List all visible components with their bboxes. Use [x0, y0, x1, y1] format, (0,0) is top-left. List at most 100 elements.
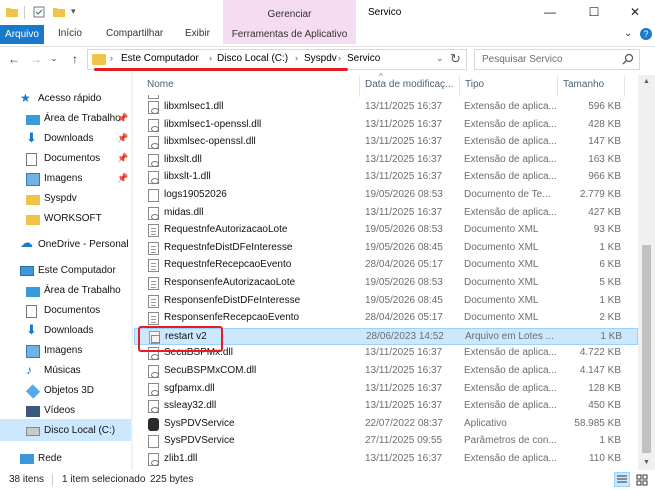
scroll-down-icon[interactable]: ▼ [638, 456, 655, 470]
file-row[interactable]: SecuBSPMxCOM.dll 13/11/2025 16:37 Extensão… [134, 363, 638, 381]
file-row[interactable]: SysPDVService 22/07/2022 08:37 Aplicativo 5… [134, 416, 638, 434]
breadcrumb-syspdv[interactable]: Syspdv [304, 53, 337, 64]
dll-file-icon [148, 365, 159, 378]
nav-downloads[interactable]: ⬇ Downloads 📌 [26, 130, 131, 150]
column-header-name[interactable]: Nome [147, 79, 174, 90]
breadcrumb-disco-local[interactable]: Disco Local (C:) [217, 53, 288, 64]
file-row[interactable]: libxslt-1.dll 13/11/2025 16:37 Extensão de… [134, 169, 638, 187]
tab-inicio[interactable]: Início [58, 28, 82, 39]
file-type: Extensão de aplica... [464, 153, 557, 165]
column-header-date[interactable]: Data de modificaç... [365, 79, 453, 90]
file-size: 1 KB [599, 435, 621, 447]
file-row[interactable]: ResponsenfeAutorizacaoLote 19/05/2026 08:… [134, 275, 638, 293]
scrollbar-thumb[interactable] [642, 245, 651, 453]
large-icons-view-icon[interactable] [634, 472, 650, 487]
recent-locations-icon[interactable]: ⌄ [46, 52, 62, 66]
nav-documentos[interactable]: Documentos 📌 [26, 150, 131, 170]
chevron-right-icon[interactable]: › [338, 53, 341, 63]
file-date: 13/11/2025 16:37 [365, 171, 443, 183]
chevron-right-icon[interactable]: › [209, 53, 212, 63]
nav-label: Downloads [44, 133, 94, 144]
search-box[interactable]: Pesquisar Servico [474, 49, 640, 70]
navigation-pane-scrollbar[interactable] [131, 72, 133, 470]
download-icon: ⬇ [26, 322, 37, 337]
file-type: Extensão de aplica... [464, 136, 557, 148]
new-folder-icon[interactable] [53, 6, 65, 18]
tab-ferramentas-de-aplicativo[interactable]: Ferramentas de Aplicativo [223, 25, 356, 44]
file-row[interactable]: midas.dll 13/11/2025 16:37 Extensão de apl… [134, 205, 638, 223]
column-divider[interactable] [459, 75, 460, 97]
scroll-up-icon[interactable]: ▲ [638, 75, 655, 89]
file-row[interactable]: sgfpamx.dll 13/11/2025 16:37 Extensão de a… [134, 381, 638, 399]
file-size: 2 KB [599, 312, 621, 324]
address-dropdown-icon[interactable]: ⌄ [436, 53, 444, 64]
file-date: 19/05/2026 08:53 [365, 224, 443, 236]
file-row[interactable]: ResponsenfeDistDFeInteresse 19/05/2026 08… [134, 293, 638, 311]
chevron-right-icon[interactable]: › [295, 53, 298, 63]
nav-area-de-trabalho[interactable]: Área de Trabalho 📌 [26, 110, 131, 130]
column-divider[interactable] [359, 75, 360, 97]
breadcrumb-servico[interactable]: Servico [347, 53, 380, 64]
up-arrow-icon[interactable]: ↑ [67, 52, 83, 66]
file-size: 450 KB [588, 400, 621, 412]
ribbon-collapse-button[interactable]: ⌄ [624, 28, 632, 39]
pin-icon[interactable]: 📌 [117, 153, 128, 164]
pin-icon[interactable]: 📌 [117, 113, 128, 124]
file-list-scrollbar[interactable]: ▲ ▼ [638, 75, 655, 470]
minimize-button[interactable]: — [530, 2, 570, 22]
file-date: 13/11/2025 16:37 [365, 153, 443, 165]
xml-file-icon [148, 294, 159, 308]
pictures-icon [26, 345, 40, 358]
nav-syspdv[interactable]: Syspdv [26, 190, 131, 210]
file-name: RequestnfeDistDFeInteresse [164, 241, 293, 253]
nav-label: Área de Trabalho [44, 113, 121, 124]
details-view-icon[interactable] [614, 472, 630, 487]
xml-file-icon [148, 259, 159, 273]
file-type: Extensão de aplica... [464, 365, 557, 376]
close-button[interactable]: ✕ [615, 2, 655, 22]
file-row[interactable]: libxmlsec1.dll 13/11/2025 16:37 Extensão d… [134, 99, 638, 117]
nav-label: Downloads [44, 325, 94, 336]
file-row[interactable]: SysPDVService 27/11/2025 09:55 Parâmetros … [134, 433, 638, 451]
forward-arrow-icon[interactable]: → [28, 52, 44, 66]
file-type: Extensão de aplica... [464, 453, 557, 464]
nav-worksoft[interactable]: WORKSOFT [26, 210, 131, 230]
file-row[interactable]: libxslt.dll 13/11/2025 16:37 Extensão de a… [134, 152, 638, 170]
back-arrow-icon[interactable]: ← [6, 52, 22, 66]
file-type: Documento XML [464, 312, 539, 324]
file-type: Documento XML [464, 294, 539, 306]
file-row[interactable]: ssleay32.dll 13/11/2025 16:37 Extensão de … [134, 398, 638, 416]
column-divider[interactable] [624, 75, 625, 97]
search-placeholder[interactable]: Pesquisar Servico [482, 54, 563, 65]
file-row[interactable]: RequestnfeRecepcaoEvento 28/04/2026 05:17… [134, 257, 638, 275]
file-row[interactable]: libxmlsec-openssl.dll 13/11/2025 16:37 Ext… [134, 134, 638, 152]
column-divider[interactable] [557, 75, 558, 97]
desktop-icon [26, 115, 40, 125]
maximize-button[interactable]: ☐ [574, 2, 614, 22]
column-header-size[interactable]: Tamanho [563, 79, 604, 90]
cloud-icon: ☁ [20, 235, 33, 250]
divider [52, 474, 53, 486]
chevron-right-icon[interactable]: › [110, 53, 113, 63]
file-row[interactable]: logs19052026 19/05/2026 08:53 Documento de… [134, 187, 638, 205]
pin-icon[interactable]: 📌 [117, 133, 128, 144]
quick-access-dropdown-icon[interactable]: ▾ [71, 6, 83, 18]
properties-icon[interactable] [33, 6, 45, 18]
refresh-icon[interactable]: ↻ [450, 51, 461, 67]
nav-imagens[interactable]: Imagens 📌 [26, 170, 131, 190]
nav-label: Este Computador [38, 265, 116, 276]
search-icon[interactable] [622, 53, 634, 65]
tab-arquivo[interactable]: Arquivo [0, 25, 44, 44]
file-row[interactable]: RequestnfeDistDFeInteresse 19/05/2026 08:… [134, 240, 638, 258]
tab-compartilhar[interactable]: Compartilhar [106, 28, 163, 39]
address-bar[interactable]: › Este Computador › Disco Local (C:) › S… [87, 49, 467, 70]
pin-icon[interactable]: 📌 [117, 173, 128, 184]
breadcrumb-este-computador[interactable]: Este Computador [121, 53, 199, 64]
network-icon [20, 454, 34, 464]
column-header-type[interactable]: Tipo [465, 79, 484, 90]
help-button[interactable]: ? [640, 28, 652, 40]
tab-exibir[interactable]: Exibir [185, 28, 210, 39]
file-row[interactable]: libxmlsec1-openssl.dll 13/11/2025 16:37 Ex… [134, 117, 638, 135]
file-row[interactable]: RequestnfeAutorizacaoLote 19/05/2026 08:5… [134, 222, 638, 240]
file-row[interactable]: zlib1.dll 13/11/2025 16:37 Extensão de apl… [134, 451, 638, 469]
